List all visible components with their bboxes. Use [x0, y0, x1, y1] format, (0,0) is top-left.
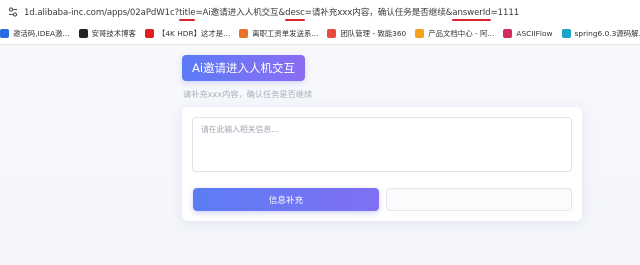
- bookmark-favicon-icon: [503, 29, 513, 38]
- bookmark-item[interactable]: spring6.0.3源码解...: [561, 28, 640, 39]
- url-segment: =Ai邀请进入人机交互&: [195, 7, 286, 18]
- supplement-info-button[interactable]: 信息补充: [193, 188, 379, 211]
- bookmark-label: 离职工资单发送系...: [252, 29, 319, 38]
- address-bar[interactable]: 1d.alibaba-inc.com/apps/02aPdW1c?title=A…: [0, 0, 640, 23]
- bookmark-item[interactable]: 产品文档中心 - 阿...: [415, 28, 494, 39]
- input-card: 信息补充: [182, 107, 582, 221]
- url-param-key: title: [179, 7, 196, 18]
- bookmark-favicon-icon: [415, 29, 425, 38]
- bookmark-favicon-icon: [327, 29, 337, 38]
- bookmark-label: 安哥技术博客: [91, 29, 136, 38]
- secondary-button[interactable]: [386, 188, 572, 211]
- bookmark-item[interactable]: 安哥技术博客: [78, 28, 136, 39]
- url-text[interactable]: 1d.alibaba-inc.com/apps/02aPdW1c?title=A…: [24, 6, 519, 18]
- bookmark-favicon-icon: [144, 29, 154, 38]
- bookmark-label: ASCIIFlow: [516, 29, 553, 38]
- bookmark-favicon-icon: [561, 29, 571, 38]
- page-description: 请补充xxx内容，确认任务是否继续: [183, 89, 313, 99]
- bookmark-favicon-icon: [239, 29, 249, 38]
- bookmark-favicon-icon: [78, 29, 88, 38]
- site-settings-icon[interactable]: [6, 5, 20, 19]
- bookmark-label: 邀活码,IDEA激...: [13, 29, 70, 38]
- main-content: Ai邀请进入人机交互 请补充xxx内容，确认任务是否继续 信息补充: [0, 45, 640, 265]
- bookmark-label: 【4K HDR】这才是...: [157, 29, 231, 38]
- bookmark-label: 产品文档中心 - 阿...: [428, 29, 495, 38]
- url-segment: =1111: [490, 7, 520, 18]
- bookmark-label: spring6.0.3源码解...: [574, 29, 640, 38]
- bookmark-item[interactable]: ASCIIFlow: [503, 29, 553, 38]
- bookmark-label: 团队管理 - 致能360: [340, 29, 407, 38]
- bookmark-item[interactable]: 邀活码,IDEA激...: [0, 28, 70, 39]
- info-textarea[interactable]: [192, 117, 572, 172]
- page-title: Ai邀请进入人机交互: [182, 55, 306, 81]
- url-param-key: answerId: [452, 7, 491, 18]
- bookmarks-bar: 邀活码,IDEA激... 安哥技术博客 【4K HDR】这才是... 离职工资单发送系…: [0, 23, 640, 45]
- bookmark-item[interactable]: 离职工资单发送系...: [239, 28, 318, 39]
- bookmark-favicon-icon: [0, 29, 9, 38]
- bookmark-item[interactable]: 团队管理 - 致能360: [327, 28, 406, 39]
- url-segment: 1d.alibaba-inc.com/apps/02aPdW1c?: [24, 7, 180, 18]
- url-segment: =请补充xxx内容，确认任务是否继续&: [304, 7, 453, 18]
- url-param-key: desc: [285, 7, 305, 18]
- bookmark-item[interactable]: 【4K HDR】这才是...: [144, 28, 231, 39]
